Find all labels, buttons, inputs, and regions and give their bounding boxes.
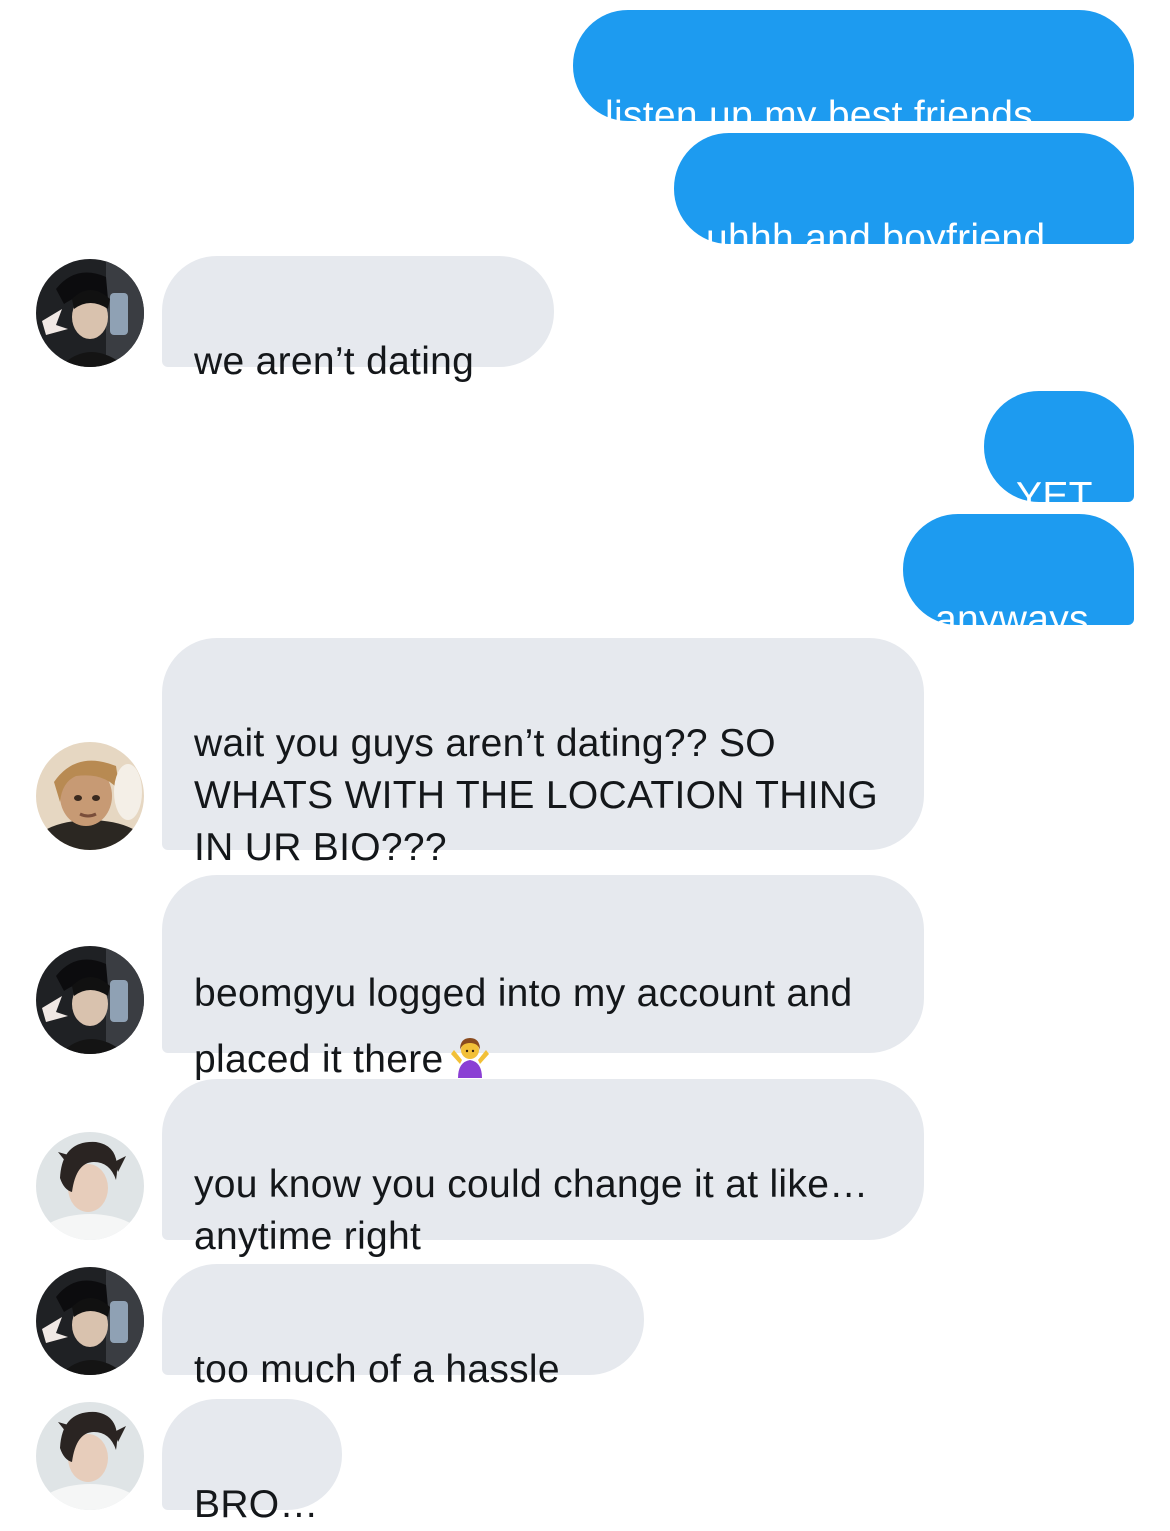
message-text: beomgyu logged into my account and place… <box>194 972 853 1081</box>
message-text: wait you guys aren’t dating?? SO WHATS W… <box>194 722 878 869</box>
message-bubble-sent[interactable]: listen up my best friends <box>573 10 1134 137</box>
message-text: listen up my best friends <box>605 94 1034 137</box>
message-text: BRO… <box>194 1483 319 1526</box>
avatar-3-image <box>36 1402 144 1510</box>
message-text: anyways <box>935 598 1089 641</box>
avatar[interactable] <box>36 1402 144 1510</box>
avatar[interactable] <box>36 1132 144 1240</box>
message-bubble-received[interactable]: wait you guys aren’t dating?? SO WHATS W… <box>162 638 924 869</box>
message-bubble-received[interactable]: beomgyu logged into my account and place… <box>162 875 924 1081</box>
avatar-3-image <box>36 1132 144 1240</box>
message-bubble-received[interactable]: you know you could change it at like… an… <box>162 1079 924 1258</box>
avatar-1-image <box>36 259 144 367</box>
avatar[interactable] <box>36 1267 144 1375</box>
message-text: you know you could change it at like… an… <box>194 1163 869 1258</box>
avatar-1-image <box>36 946 144 1054</box>
message-bubble-received[interactable]: too much of a hassle <box>162 1264 644 1391</box>
message-text: we aren’t dating <box>194 340 475 383</box>
avatar[interactable] <box>36 259 144 367</box>
message-bubble-received[interactable]: we aren’t dating <box>162 256 554 383</box>
avatar[interactable] <box>36 742 144 850</box>
message-text: too much of a hassle <box>194 1348 560 1391</box>
avatar-2-image <box>36 742 144 850</box>
message-bubble-sent[interactable]: uhhh and boyfriend <box>674 133 1134 260</box>
avatar[interactable] <box>36 946 144 1054</box>
message-bubble-sent[interactable]: anyways <box>903 514 1134 641</box>
message-text: uhhh and boyfriend <box>706 217 1046 260</box>
message-bubble-sent[interactable]: YET. <box>984 391 1134 518</box>
message-bubble-received[interactable]: BRO… <box>162 1399 342 1526</box>
avatar-1-image <box>36 1267 144 1375</box>
message-text: YET. <box>1016 475 1100 518</box>
